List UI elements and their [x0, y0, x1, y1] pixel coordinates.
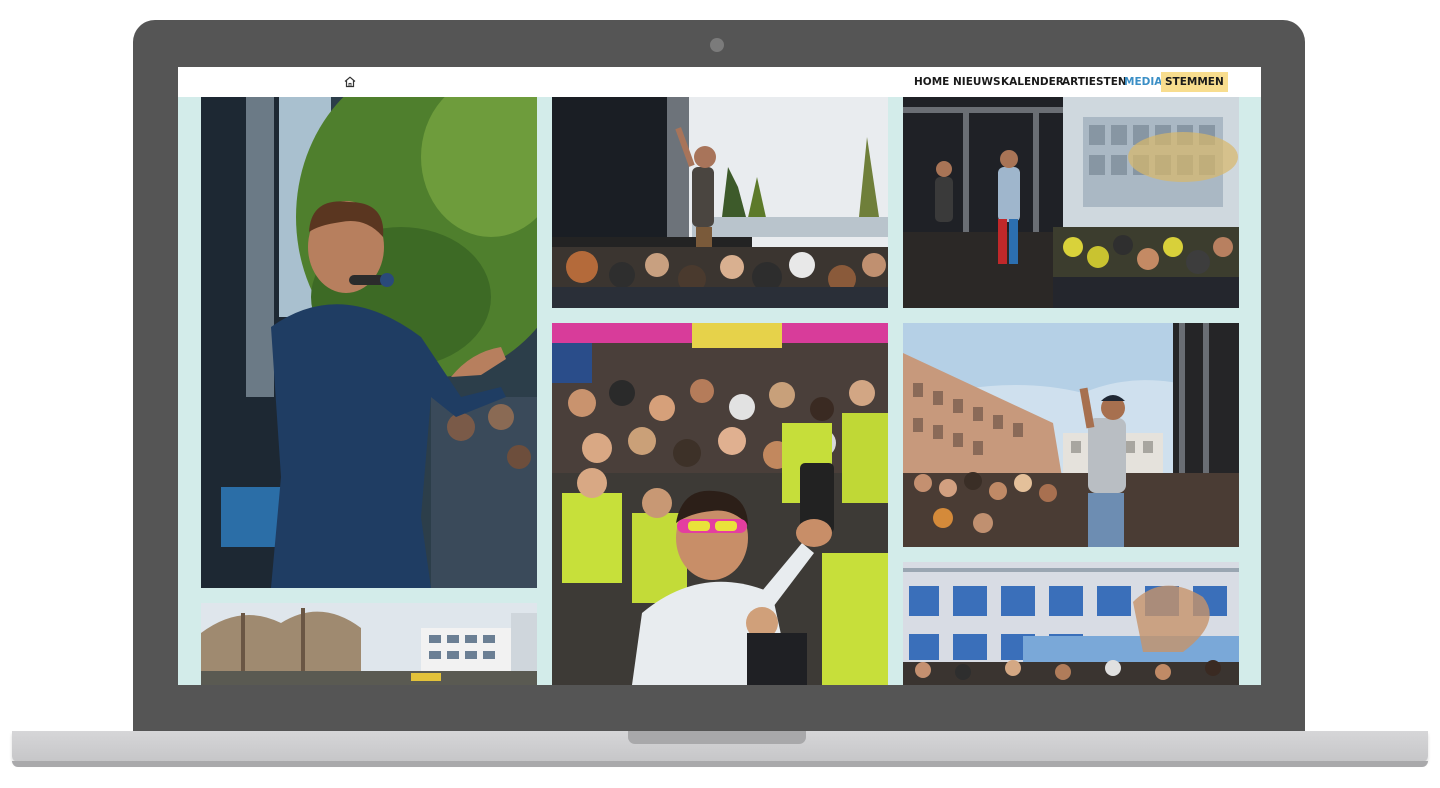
- website-screen: HOME NIEUWS KALENDER ARTIESTEN MEDIA STE…: [178, 67, 1261, 685]
- photo-school-building-crowd[interactable]: [903, 562, 1239, 685]
- nav-stemmen[interactable]: STEMMEN: [1161, 72, 1228, 92]
- photo-outdoor-festival-trees[interactable]: [201, 603, 537, 685]
- top-navigation-bar: HOME NIEUWS KALENDER ARTIESTEN MEDIA STE…: [178, 67, 1261, 97]
- photo-crowd-selfie[interactable]: [552, 323, 888, 685]
- nav-artiesten[interactable]: ARTIESTEN: [1062, 72, 1127, 92]
- home-icon[interactable]: [342, 74, 358, 90]
- nav-home[interactable]: HOME: [914, 72, 949, 92]
- main-nav: HOME NIEUWS KALENDER ARTIESTEN MEDIA STE…: [781, 67, 1261, 97]
- nav-nieuws[interactable]: NIEUWS: [953, 72, 1001, 92]
- photo-stage-confetti-crowd[interactable]: [903, 97, 1239, 308]
- nav-kalender[interactable]: KALENDER: [1001, 72, 1064, 92]
- camera-icon: [710, 38, 724, 52]
- laptop-mockup: HOME NIEUWS KALENDER ARTIESTEN MEDIA STE…: [0, 0, 1440, 788]
- photo-rapper-school-building[interactable]: [903, 323, 1239, 547]
- nav-media[interactable]: MEDIA: [1124, 72, 1162, 92]
- photo-performer-on-stage-crowd[interactable]: [552, 97, 888, 308]
- laptop-notch: [628, 731, 806, 744]
- laptop-base-lip: [12, 761, 1428, 767]
- photo-singer-blue-tracksuit[interactable]: [201, 97, 537, 588]
